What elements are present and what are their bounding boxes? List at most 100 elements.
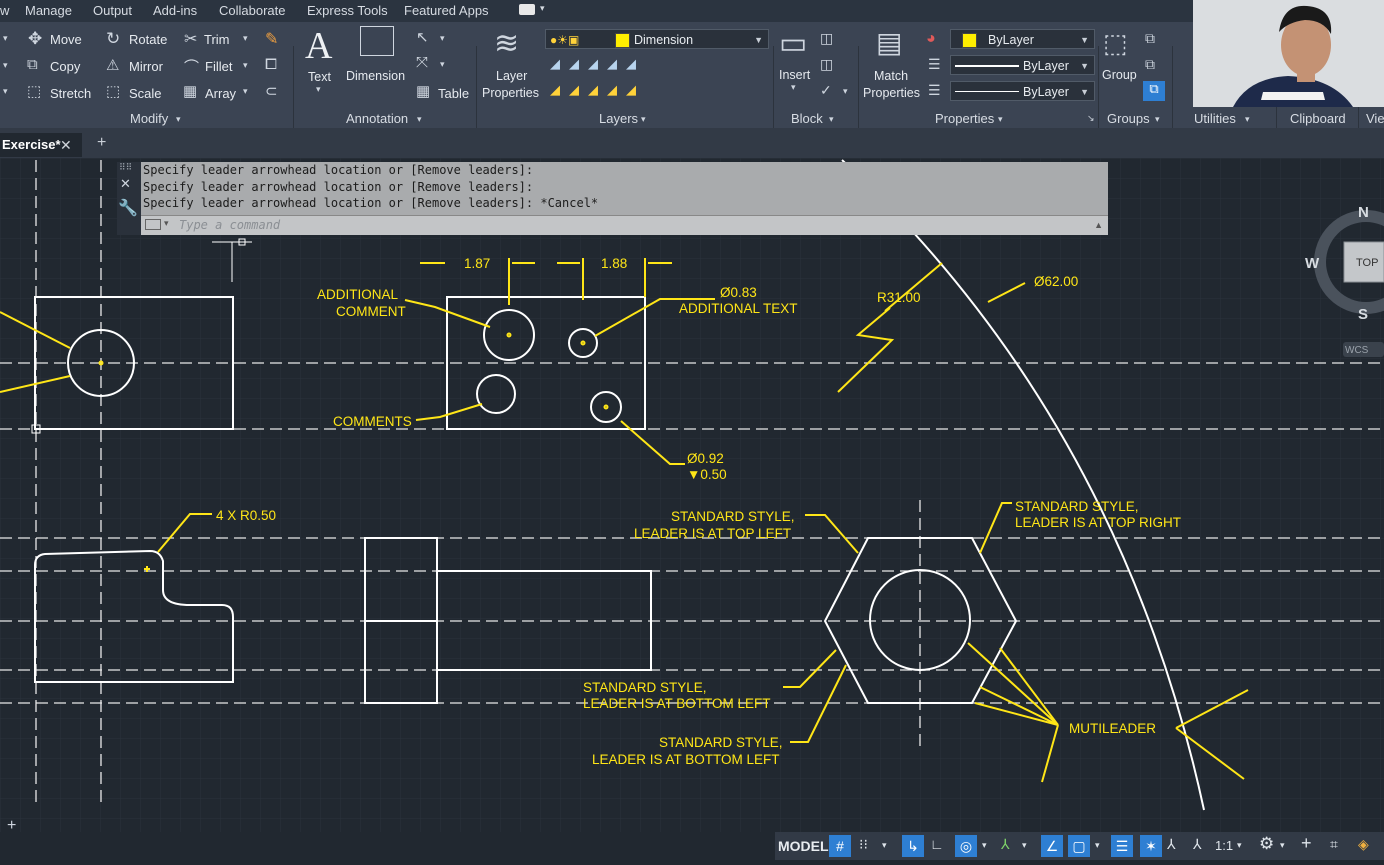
stretch-button[interactable]: Stretch bbox=[50, 86, 91, 101]
panel-title-modify[interactable]: Modify bbox=[130, 111, 168, 126]
layer-properties-label-2[interactable]: Properties bbox=[482, 86, 539, 100]
array-button[interactable]: Array bbox=[205, 86, 236, 101]
chevron-down-icon[interactable]: ▾ bbox=[982, 840, 987, 851]
drawing-canvas[interactable]: 1.87 1.88 ADDITIONAL COMMENT Ø0.83 ADDIT… bbox=[0, 158, 1384, 832]
snap-icon[interactable]: ⁝⁝ bbox=[859, 836, 868, 853]
panel-title-layers[interactable]: Layers bbox=[599, 111, 638, 126]
chevron-down-icon[interactable]: ▾ bbox=[641, 114, 646, 125]
menu-item-manage[interactable]: Manage bbox=[25, 3, 72, 18]
command-input[interactable]: ▾ Type a command ▲ bbox=[141, 215, 1108, 235]
dim-text-188[interactable]: 1.88 bbox=[601, 256, 627, 271]
panel-title-properties[interactable]: Properties bbox=[935, 111, 994, 126]
layer-dropdown[interactable]: ●☀▣ Dimension ▼ bbox=[545, 29, 769, 49]
leader-text-dia-083[interactable]: Ø0.83 bbox=[720, 285, 757, 300]
auto-scale-icon[interactable]: ⅄ bbox=[1167, 836, 1176, 853]
menu-item-express-tools[interactable]: Express Tools bbox=[307, 3, 388, 18]
object-snap-icon[interactable]: ▢ bbox=[1068, 835, 1090, 857]
chevron-down-icon[interactable]: ▾ bbox=[540, 3, 545, 14]
annotation-visibility-icon[interactable]: ✶ bbox=[1140, 835, 1162, 857]
viewcube-top-label[interactable]: TOP bbox=[1356, 257, 1378, 269]
panel-title-annotation[interactable]: Annotation bbox=[346, 111, 408, 126]
viewcube-west[interactable]: W bbox=[1305, 255, 1320, 272]
close-icon[interactable]: ✕ bbox=[120, 176, 131, 192]
lineweight-dropdown[interactable]: ByLayer ▼ bbox=[950, 81, 1095, 101]
isolate-objects-icon[interactable]: ⌗ bbox=[1330, 836, 1338, 853]
menu-item-output[interactable]: Output bbox=[93, 3, 132, 18]
chevron-down-icon[interactable]: ▾ bbox=[440, 33, 445, 44]
leader-text-depth-050[interactable]: ▼0.50 bbox=[687, 467, 727, 482]
leader-text-dia-092[interactable]: Ø0.92 bbox=[687, 451, 724, 466]
lineweight-toggle-icon[interactable]: ☰ bbox=[1111, 835, 1133, 857]
scale-button[interactable]: Scale bbox=[129, 86, 162, 101]
chevron-down-icon[interactable]: ▾ bbox=[1155, 114, 1160, 125]
leader-text-comment[interactable]: COMMENT bbox=[336, 304, 406, 319]
leader-text-top-left-2[interactable]: LEADER IS AT TOP LEFT bbox=[634, 526, 791, 541]
layer-tools-row-2[interactable]: ◢◢◢◢◢ bbox=[550, 82, 645, 98]
plus-icon[interactable]: + bbox=[1301, 833, 1312, 854]
chevron-down-icon[interactable]: ▾ bbox=[440, 59, 445, 70]
match-properties-label-2[interactable]: Properties bbox=[863, 86, 920, 100]
dropdown-arrow-icon[interactable]: ▾ bbox=[3, 60, 8, 71]
new-tab-plus-icon[interactable]: + bbox=[97, 134, 106, 152]
edit-attributes-icon[interactable]: ✓ bbox=[820, 82, 832, 99]
group-edit-icon[interactable]: ⧉ bbox=[1145, 56, 1155, 73]
leader-text-top-left-1[interactable]: STANDARD STYLE, bbox=[671, 509, 795, 524]
command-prompt-icon[interactable] bbox=[145, 219, 161, 230]
fillet-dropdown-icon[interactable]: ▾ bbox=[243, 60, 248, 71]
rotate-button[interactable]: Rotate bbox=[129, 32, 167, 47]
panel-title-view[interactable]: Vie bbox=[1366, 111, 1384, 126]
menu-item-featured-apps[interactable]: Featured Apps bbox=[404, 3, 489, 18]
array-dropdown-icon[interactable]: ▾ bbox=[243, 86, 248, 97]
create-block-icon[interactable]: ◫ bbox=[820, 30, 833, 47]
leader-text-bottom-left-a-2[interactable]: LEADER IS AT BOTTOM LEFT bbox=[583, 696, 771, 711]
leader-text-four-r050[interactable]: 4 X R0.50 bbox=[216, 508, 276, 523]
infer-constraints-icon[interactable]: ↳ bbox=[902, 835, 924, 857]
panel-title-clipboard[interactable]: Clipboard bbox=[1290, 111, 1346, 126]
layer-properties-label-1[interactable]: Layer bbox=[496, 69, 527, 83]
leader-text-comments[interactable]: COMMENTS bbox=[333, 414, 412, 429]
workspace-toggle-icon[interactable] bbox=[519, 4, 535, 15]
leader-text-top-right-2[interactable]: LEADER IS AT TOP RIGHT bbox=[1015, 515, 1181, 530]
chevron-down-icon[interactable]: ▾ bbox=[1280, 840, 1285, 851]
add-layout-plus-icon[interactable]: + bbox=[7, 817, 16, 835]
leader-text-additional-text[interactable]: ADDITIONAL TEXT bbox=[679, 301, 798, 316]
isodraft-icon[interactable]: ⅄ bbox=[1001, 836, 1010, 853]
radius-text-r3100[interactable]: R31.00 bbox=[877, 290, 921, 305]
group-selection-icon[interactable]: ⧉ bbox=[1143, 81, 1165, 101]
grid-toggle-icon[interactable]: # bbox=[829, 835, 851, 857]
move-button[interactable]: Move bbox=[50, 32, 82, 47]
color-dropdown[interactable]: ByLayer ▼ bbox=[950, 29, 1095, 49]
leader-icon[interactable]: ↖ bbox=[416, 28, 429, 46]
chevron-down-icon[interactable]: ▾ bbox=[176, 114, 181, 125]
leader-text-additional[interactable]: ADDITIONAL bbox=[317, 287, 399, 302]
leader-text-bottom-left-b-1[interactable]: STANDARD STYLE, bbox=[659, 735, 783, 750]
dimension-button[interactable]: Dimension bbox=[346, 69, 405, 83]
wcs-label[interactable]: WCS bbox=[1345, 345, 1369, 356]
edit-block-icon[interactable]: ◫ bbox=[820, 56, 833, 73]
menu-item-addins[interactable]: Add-ins bbox=[153, 3, 197, 18]
insert-button[interactable]: Insert bbox=[779, 68, 810, 82]
fillet-button[interactable]: Fillet bbox=[205, 59, 232, 74]
leader-text-bottom-left-b-2[interactable]: LEADER IS AT BOTTOM LEFT bbox=[592, 752, 780, 767]
file-tab-exercise[interactable]: Exercise* ✕ bbox=[0, 133, 82, 157]
chevron-down-icon[interactable]: ▾ bbox=[1245, 114, 1250, 125]
model-space-button[interactable]: MODEL bbox=[778, 838, 829, 854]
object-snap-tracking-icon[interactable]: ∠ bbox=[1041, 835, 1063, 857]
panel-launcher-icon[interactable]: ↘ bbox=[1087, 113, 1095, 124]
ungroup-icon[interactable]: ⧉ bbox=[1145, 30, 1155, 47]
trim-button[interactable]: Trim bbox=[204, 32, 230, 47]
chevron-down-icon[interactable]: ▾ bbox=[417, 114, 422, 125]
linetype-dropdown[interactable]: ByLayer ▼ bbox=[950, 55, 1095, 75]
panel-title-block[interactable]: Block bbox=[791, 111, 823, 126]
text-button[interactable]: Text bbox=[308, 70, 331, 84]
dim-text-187[interactable]: 1.87 bbox=[464, 256, 490, 271]
annotation-scale-icon[interactable]: ⅄ bbox=[1193, 836, 1202, 853]
gear-icon[interactable]: ⚙ bbox=[1259, 834, 1274, 854]
table-button[interactable]: Table bbox=[438, 86, 469, 101]
match-properties-label-1[interactable]: Match bbox=[874, 69, 908, 83]
dropdown-arrow-icon[interactable]: ▾ bbox=[3, 33, 8, 44]
offset-icon[interactable]: ⊂ bbox=[265, 82, 278, 100]
erase-icon[interactable]: ✎ bbox=[265, 29, 278, 49]
diameter-text-6200[interactable]: Ø62.00 bbox=[1034, 274, 1078, 289]
chevron-down-icon[interactable]: ▾ bbox=[882, 840, 887, 851]
